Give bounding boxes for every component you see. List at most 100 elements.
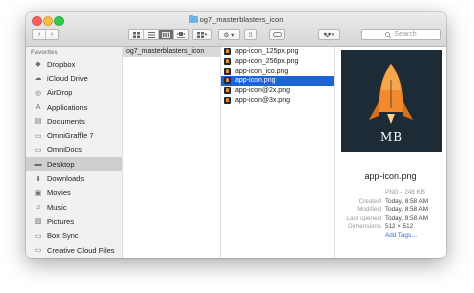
- view-mode-control: [128, 29, 189, 40]
- sidebar-item-pictures[interactable]: ▧ Pictures: [26, 214, 122, 228]
- sidebar-heading: Favorites: [31, 50, 58, 56]
- dropbox-icon: ◆: [35, 61, 41, 69]
- list-item-selected[interactable]: app-icon.png: [221, 76, 334, 86]
- preview-thumbnail: MB: [341, 50, 442, 152]
- folder-icon: [188, 14, 198, 23]
- thumbnail-monogram: MB: [379, 130, 404, 144]
- sidebar-item-label: OmniGraffle 7: [47, 131, 94, 141]
- desktop-icon: ▬: [34, 160, 42, 168]
- movies-icon: ▣: [34, 189, 42, 197]
- meta-key: Last opened: [346, 214, 381, 222]
- sidebar-item-box-sync[interactable]: ▭ Box Sync: [26, 229, 122, 243]
- sidebar-item-label: AirDrop: [47, 88, 73, 98]
- folder-name: og7_masterblasters_icon: [126, 48, 205, 56]
- sidebar-item-label: Downloads: [47, 174, 85, 184]
- cloud-icon: ☁: [34, 75, 42, 83]
- tag-icon: [272, 32, 282, 37]
- sidebar-item-label: Applications: [47, 102, 88, 112]
- add-tags-link[interactable]: Add Tags…: [385, 232, 417, 241]
- music-icon: ♫: [35, 203, 41, 211]
- png-file-icon: [224, 96, 231, 104]
- meta-value: Today, 8:58 AM: [385, 206, 428, 213]
- sidebar-item-creative-cloud[interactable]: ▭ Creative Cloud Files: [26, 243, 122, 257]
- document-icon: ▤: [34, 118, 42, 126]
- png-file-icon: [224, 58, 231, 66]
- folder-icon: ▭: [34, 232, 42, 240]
- file-name: app-icon.png: [235, 77, 276, 85]
- meta-value: 512 × 512: [385, 223, 414, 230]
- folder-icon: ▭: [34, 247, 42, 254]
- sidebar-item-omnigraffle[interactable]: ▭ OmniGraffle 7: [26, 128, 122, 142]
- kind-size: PNG - 248 KB: [385, 189, 425, 196]
- sidebar-item-label: iCloud Drive: [47, 73, 88, 83]
- sidebar-item-label: Pictures: [47, 216, 75, 226]
- applications-icon: A: [35, 103, 41, 111]
- sidebar-item-applications[interactable]: A Applications: [26, 100, 122, 114]
- downloads-icon: ⬇: [35, 175, 41, 183]
- meta-value: Today, 8:58 AM: [385, 197, 428, 205]
- meta-key: Created: [358, 197, 381, 205]
- png-file-icon: [224, 67, 231, 75]
- title-bar: og7_masterblasters_icon ‹ › ▾ ⚙ ▾ ⇧ ▾ Se…: [26, 12, 446, 47]
- columns-icon: [162, 31, 170, 38]
- sidebar-item-icloud-drive[interactable]: ☁ iCloud Drive: [26, 71, 122, 85]
- preview-file-name: app-icon.png: [364, 171, 417, 181]
- finder-window: og7_masterblasters_icon ‹ › ▾ ⚙ ▾ ⇧ ▾ Se…: [26, 12, 446, 258]
- share-icon: ⇧: [247, 31, 254, 39]
- folder-icon: ▭: [34, 146, 42, 154]
- pictures-icon: ▧: [34, 218, 42, 226]
- meta-key: Dimensions: [348, 223, 381, 230]
- png-file-icon: [224, 87, 231, 95]
- back-button[interactable]: ‹: [33, 30, 46, 39]
- preview-metadata: PNG - 248 KB Created Today, 8:58 AM Modif…: [335, 189, 446, 240]
- dropbox-toolbar-button[interactable]: ▾: [318, 29, 340, 40]
- action-button[interactable]: ⚙ ▾: [218, 29, 240, 40]
- arrange-grid-icon: [196, 31, 204, 38]
- list-item[interactable]: app-icon@3x.png: [221, 95, 334, 105]
- sidebar-item-dropbox[interactable]: ◆ Dropbox: [26, 57, 122, 71]
- window-title-text: og7_masterblasters_icon: [199, 15, 284, 24]
- cover-flow-icon: [177, 31, 185, 38]
- browser-column-1: og7_masterblasters_icon: [123, 47, 221, 258]
- sidebar-item-label: OmniDocs: [47, 145, 83, 155]
- chevron-down-icon: ▾: [204, 31, 208, 38]
- sidebar-item-label: Creative Cloud Files: [47, 245, 115, 255]
- sidebar-item-downloads[interactable]: ⬇ Downloads: [26, 171, 122, 185]
- sidebar-item-desktop[interactable]: ▬ Desktop: [26, 157, 122, 172]
- arrange-button[interactable]: ▾: [192, 29, 212, 40]
- png-file-icon: [224, 48, 231, 56]
- column-view-button[interactable]: [159, 30, 174, 39]
- list-view-button[interactable]: [144, 30, 159, 39]
- list-item[interactable]: app-icon@2x.png: [221, 86, 334, 96]
- search-field[interactable]: Search: [361, 29, 441, 40]
- window-title: og7_masterblasters_icon: [26, 14, 446, 24]
- share-button[interactable]: ⇧: [244, 29, 257, 40]
- cover-flow-view-button[interactable]: [174, 30, 188, 39]
- dropbox-icon: [323, 32, 331, 37]
- list-item[interactable]: app-icon_256px.png: [221, 57, 334, 67]
- sidebar-item-airdrop[interactable]: ◎ AirDrop: [26, 86, 122, 100]
- sidebar-item-omnidocs[interactable]: ▭ OmniDocs: [26, 143, 122, 157]
- file-name: app-icon@2x.png: [235, 87, 290, 95]
- file-name: app-icon_256px.png: [235, 58, 299, 66]
- png-file-icon: [224, 77, 231, 85]
- file-name: app-icon_125px.png: [235, 48, 299, 56]
- sidebar-item-music[interactable]: ♫ Music: [26, 200, 122, 214]
- forward-button[interactable]: ›: [46, 30, 58, 39]
- list-item[interactable]: app-icon_125px.png: [221, 47, 334, 57]
- sidebar-item-documents[interactable]: ▤ Documents: [26, 114, 122, 128]
- search-placeholder: Search: [394, 31, 417, 38]
- list-item[interactable]: og7_masterblasters_icon: [123, 47, 220, 57]
- sidebar-item-label: Desktop: [47, 159, 75, 169]
- sidebar-item-label: Movies: [47, 188, 71, 198]
- meta-value: Today, 8:58 AM: [385, 214, 428, 222]
- icon-view-button[interactable]: [129, 30, 144, 39]
- list-icon: [147, 31, 155, 38]
- file-name: app-icon_ico.png: [235, 67, 289, 75]
- search-icon: [385, 31, 392, 38]
- sidebar-item-movies[interactable]: ▣ Movies: [26, 186, 122, 200]
- list-item[interactable]: app-icon_ico.png: [221, 66, 334, 76]
- tag-button[interactable]: [269, 29, 285, 40]
- sidebar-item-label: Box Sync: [47, 231, 79, 241]
- browser-column-2: app-icon_125px.png app-icon_256px.png ap…: [221, 47, 335, 258]
